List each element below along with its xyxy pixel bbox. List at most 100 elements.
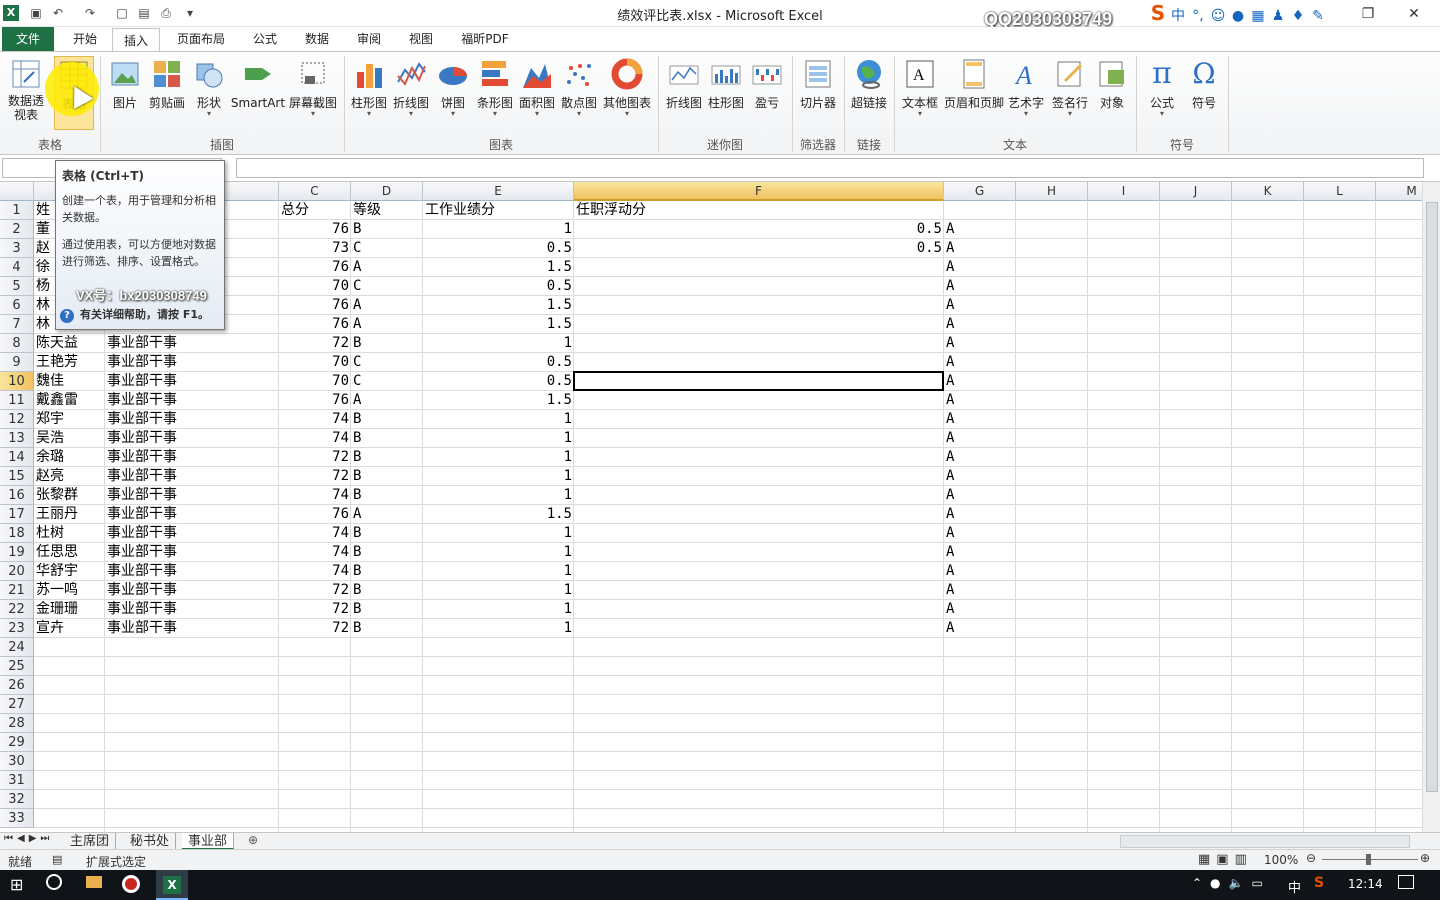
cell[interactable]: 72 <box>279 467 351 486</box>
cell[interactable]: B <box>351 581 423 600</box>
excel-taskbar-item[interactable]: X <box>156 870 188 900</box>
cell[interactable]: 事业部干事 <box>105 334 279 353</box>
tab-insert[interactable]: 插入 <box>112 28 160 52</box>
cell[interactable]: B <box>351 410 423 429</box>
punctuation-icon[interactable]: °, <box>1188 5 1208 27</box>
sogou-logo-icon[interactable]: S <box>1148 2 1168 24</box>
cell[interactable]: B <box>351 543 423 562</box>
cell[interactable]: 华舒宇 <box>34 562 105 581</box>
zoom-in-icon[interactable]: ⊕ <box>1420 851 1430 865</box>
row-header[interactable]: 10 <box>0 372 34 391</box>
cell[interactable]: 事业部干事 <box>105 562 279 581</box>
column-header[interactable]: K <box>1232 182 1304 201</box>
cell[interactable] <box>574 258 944 277</box>
zoom-out-icon[interactable]: ⊖ <box>1306 851 1316 865</box>
cell[interactable]: 郑宇 <box>34 410 105 429</box>
skin-icon[interactable]: ♦ <box>1288 5 1308 27</box>
cell[interactable]: 1 <box>423 467 574 486</box>
cell[interactable]: A <box>944 372 1016 391</box>
row-header[interactable]: 1 <box>0 201 34 220</box>
cell[interactable]: 0.5 <box>574 220 944 239</box>
column-header[interactable]: E <box>423 182 574 201</box>
cell[interactable]: 总分 <box>279 201 351 220</box>
cell[interactable]: A <box>944 505 1016 524</box>
cell[interactable] <box>574 296 944 315</box>
cell[interactable]: 事业部干事 <box>105 391 279 410</box>
cell[interactable]: 王丽丹 <box>34 505 105 524</box>
row-header[interactable]: 32 <box>0 790 34 809</box>
pie-chart-button[interactable]: 饼图 ▾ <box>434 56 472 130</box>
row-header[interactable]: 11 <box>0 391 34 410</box>
cell[interactable]: A <box>944 277 1016 296</box>
emoji-icon[interactable]: ☺ <box>1208 5 1228 27</box>
cell[interactable]: 任职浮动分 <box>574 201 944 220</box>
symbol-button[interactable]: Ω 符号 <box>1184 56 1224 130</box>
cell[interactable]: 事业部干事 <box>105 505 279 524</box>
row-header[interactable]: 26 <box>0 676 34 695</box>
cell[interactable]: 72 <box>279 581 351 600</box>
cell[interactable] <box>574 600 944 619</box>
object-button[interactable]: 对象 <box>1094 56 1130 130</box>
cell[interactable]: 76 <box>279 220 351 239</box>
cell[interactable] <box>574 467 944 486</box>
cell[interactable]: 魏佳 <box>34 372 105 391</box>
row-header[interactable]: 7 <box>0 315 34 334</box>
cell[interactable]: 72 <box>279 619 351 638</box>
macro-record-icon[interactable]: ▤ <box>52 853 62 866</box>
area-chart-button[interactable]: 面积图 ▾ <box>516 56 558 130</box>
cell[interactable] <box>574 505 944 524</box>
cell[interactable]: A <box>944 581 1016 600</box>
cell[interactable]: A <box>351 505 423 524</box>
horizontal-scrollbar[interactable] <box>1120 835 1410 848</box>
row-header[interactable]: 8 <box>0 334 34 353</box>
cell[interactable]: 事业部干事 <box>105 353 279 372</box>
cell[interactable]: B <box>351 448 423 467</box>
row-header[interactable]: 5 <box>0 277 34 296</box>
cell[interactable]: 1.5 <box>423 505 574 524</box>
row-header[interactable]: 23 <box>0 619 34 638</box>
cortana-icon[interactable] <box>46 874 62 890</box>
cell[interactable]: A <box>944 258 1016 277</box>
row-header[interactable]: 30 <box>0 752 34 771</box>
cell[interactable]: A <box>351 391 423 410</box>
file-explorer-icon[interactable] <box>86 876 102 888</box>
cell[interactable] <box>574 315 944 334</box>
cell[interactable]: A <box>944 524 1016 543</box>
cell[interactable]: 72 <box>279 448 351 467</box>
cell[interactable]: 事业部干事 <box>105 581 279 600</box>
cell[interactable]: 陈天益 <box>34 334 105 353</box>
row-header[interactable]: 2 <box>0 220 34 239</box>
sparkline-column-button[interactable]: 柱形图 <box>706 56 746 130</box>
cell[interactable]: C <box>351 277 423 296</box>
cell[interactable]: 1 <box>423 410 574 429</box>
smartart-button[interactable]: SmartArt <box>230 56 286 130</box>
tab-formulas[interactable]: 公式 <box>240 27 290 51</box>
user-icon[interactable]: ♟ <box>1268 5 1288 27</box>
cell[interactable]: 74 <box>279 429 351 448</box>
sheet-tab-2[interactable]: 秘书处 <box>124 833 177 850</box>
cell[interactable]: 70 <box>279 353 351 372</box>
cell[interactable]: 赵亮 <box>34 467 105 486</box>
cell[interactable]: 76 <box>279 505 351 524</box>
cell[interactable]: 工作业绩分 <box>423 201 574 220</box>
row-header[interactable]: 31 <box>0 771 34 790</box>
slicer-button[interactable]: 切片器 <box>798 56 838 130</box>
cell[interactable]: 72 <box>279 600 351 619</box>
cell[interactable]: A <box>944 467 1016 486</box>
cell[interactable]: 0.5 <box>423 277 574 296</box>
cell[interactable]: 1 <box>423 220 574 239</box>
row-header[interactable]: 13 <box>0 429 34 448</box>
column-header[interactable]: F <box>574 182 944 201</box>
tab-review[interactable]: 审阅 <box>344 27 394 51</box>
cell[interactable] <box>574 410 944 429</box>
cell[interactable]: 70 <box>279 277 351 296</box>
cell[interactable]: 1 <box>423 429 574 448</box>
row-header[interactable]: 9 <box>0 353 34 372</box>
cell[interactable]: 74 <box>279 486 351 505</box>
row-header[interactable]: 25 <box>0 657 34 676</box>
row-header[interactable]: 3 <box>0 239 34 258</box>
cell[interactable]: A <box>944 239 1016 258</box>
row-header[interactable]: 15 <box>0 467 34 486</box>
column-header[interactable]: L <box>1304 182 1376 201</box>
sheet-tab-3[interactable]: 事业部 <box>182 833 235 850</box>
